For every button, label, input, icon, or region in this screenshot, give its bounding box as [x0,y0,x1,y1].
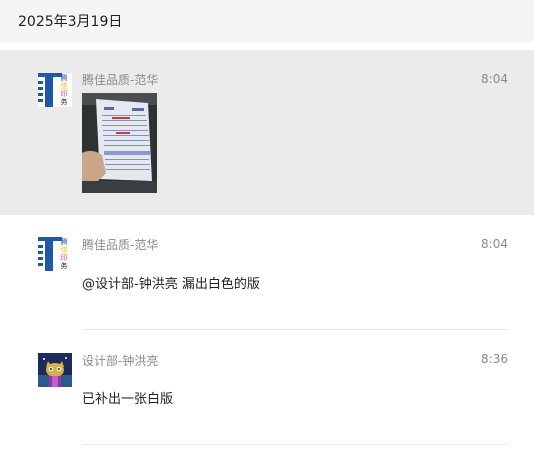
chat-history-panel: 2025年3月19日 腾 佳 印 务 腾佳品质-范华 8:04 腾 佳 印 务 … [0,0,534,457]
message-item[interactable]: 腾 佳 印 务 腾佳品质-范华 8:04 [0,51,534,215]
tengjia-logo-icon: 腾 佳 印 务 [38,237,72,271]
message-item[interactable]: 设计部-钟洪亮 8:36 已补出一张白版 [0,330,534,444]
message-time: 8:36 [481,352,508,366]
logo-char: 腾 [61,73,68,82]
logo-char: 佳 [61,245,68,254]
date-header: 2025年3月19日 [0,0,534,42]
image-thumbnail[interactable] [82,93,157,193]
avatar[interactable] [38,353,72,387]
photo-of-document-image [82,93,157,193]
logo-char: 佳 [61,81,68,90]
logo-char: 务 [61,97,68,106]
sender-name: 腾佳品质-范华 [82,238,159,252]
date-label: 2025年3月19日 [18,14,123,30]
logo-char: 印 [61,90,68,98]
message-time: 8:04 [481,237,508,251]
avatar[interactable]: 腾 佳 印 务 [38,237,72,271]
divider [82,444,508,445]
logo-char: 印 [61,254,68,262]
sender-name: 设计部-钟洪亮 [82,354,159,368]
avatar[interactable]: 腾 佳 印 务 [38,73,72,107]
sender-name: 腾佳品质-范华 [82,73,159,87]
message-text: @设计部-钟洪亮 漏出白色的版 [82,277,260,292]
message-item[interactable]: 腾 佳 印 务 腾佳品质-范华 8:04 @设计部-钟洪亮 漏出白色的版 [0,215,534,329]
logo-char: 腾 [61,237,68,246]
message-time: 8:04 [481,72,508,86]
cartoon-cat-avatar-icon [38,353,72,387]
message-text: 已补出一张白版 [82,392,174,407]
tengjia-logo-icon: 腾 佳 印 务 [38,73,72,107]
logo-char: 务 [61,261,68,270]
